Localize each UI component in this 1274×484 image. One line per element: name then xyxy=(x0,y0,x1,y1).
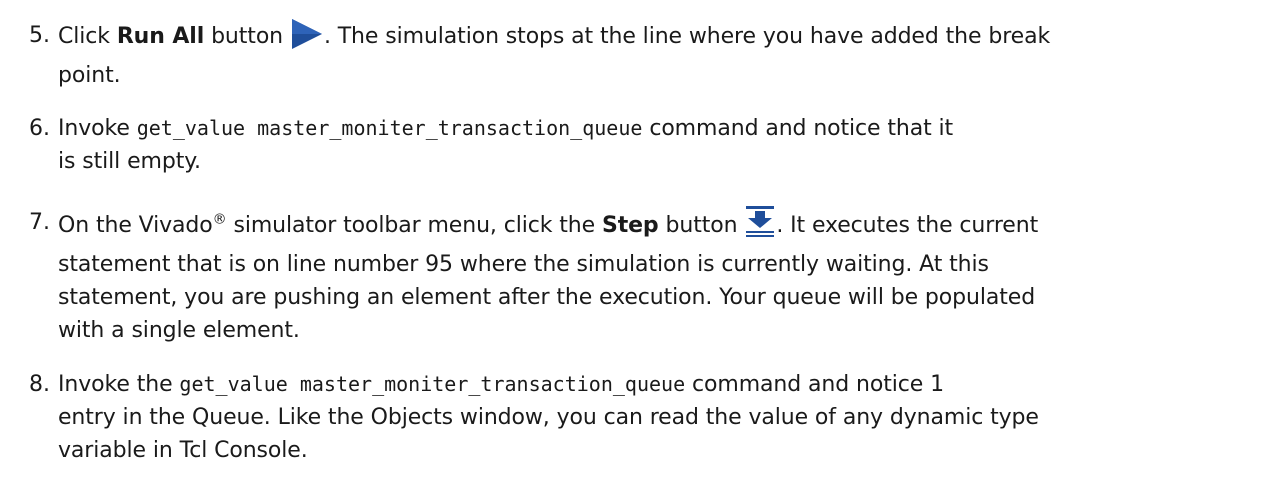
run-all-icon xyxy=(290,19,324,59)
step-line: Invoke get_value master_moniter_transact… xyxy=(58,116,954,141)
step-text: Invoke the get_value master_moniter_tran… xyxy=(58,368,1258,467)
command-code: get_value master_moniter_transaction_que… xyxy=(136,116,643,140)
step-text: On the Vivado® simulator toolbar menu, c… xyxy=(58,206,1258,347)
step-line: point. xyxy=(58,63,121,88)
step-text: Invoke get_value master_moniter_transact… xyxy=(58,112,1258,178)
run-all-label: Run All xyxy=(116,24,205,49)
step-line: is still empty. xyxy=(58,149,201,174)
step-number: 5. xyxy=(29,23,50,48)
step-line: Invoke the get_value master_moniter_tran… xyxy=(58,372,944,397)
step-number: 6. xyxy=(29,116,50,141)
step-line: with a single element. xyxy=(58,318,300,343)
document-page: 5. Click Run All button . The simulation… xyxy=(0,0,1274,484)
step-line: On the Vivado® simulator toolbar menu, c… xyxy=(58,206,1258,248)
step-label: Step xyxy=(601,213,659,238)
step-text: Click Run All button . The simulation st… xyxy=(58,19,1258,92)
step-line: statement, you are pushing an element af… xyxy=(58,285,1036,310)
step-line: entry in the Queue. Like the Objects win… xyxy=(58,405,1039,430)
step-line: variable in Tcl Console. xyxy=(58,438,308,463)
command-code: get_value master_moniter_transaction_que… xyxy=(179,372,686,396)
step-icon xyxy=(744,206,776,248)
step-number: 8. xyxy=(29,372,50,397)
step-line: statement that is on line number 95 wher… xyxy=(58,252,989,277)
step-line: Click Run All button . The simulation st… xyxy=(58,19,1258,59)
step-number: 7. xyxy=(29,210,50,235)
